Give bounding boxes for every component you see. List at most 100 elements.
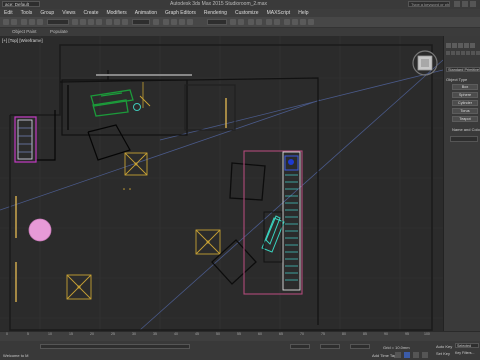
primitive-type-dropdown[interactable]: Standard Primitives [446,67,480,72]
sphere-button[interactable]: Sphere [452,92,478,98]
timeline-tick-label: 10 [48,332,52,336]
named-selection-sets-dropdown[interactable] [207,19,227,25]
timeline-tick-label: 5 [27,332,29,336]
menu-customize[interactable]: Customize [231,9,263,17]
add-time-tag-button[interactable]: Add Time Tag [372,353,396,358]
menu-rendering[interactable]: Rendering [200,9,231,17]
menu-views[interactable]: Views [58,9,79,17]
percent-snap-icon[interactable] [179,19,185,25]
helpers-icon[interactable] [466,51,470,55]
link-icon[interactable] [21,19,27,25]
menu-graph-editors[interactable]: Graph Editors [161,9,200,17]
cylinder-button[interactable]: Cylinder [452,100,478,106]
left-bookshelf[interactable] [14,116,37,163]
object-type-rollout[interactable]: Object Type [446,77,467,82]
hierarchy-tab-icon[interactable] [458,43,463,48]
spinner-snap-icon[interactable] [187,19,193,25]
play-icon[interactable] [404,352,410,358]
green-sofa[interactable] [90,89,134,117]
rendered-frame-window-icon[interactable] [300,19,306,25]
schematic-view-icon[interactable] [274,19,280,25]
undo-icon[interactable] [3,19,9,25]
camera-guide-lines [0,59,443,331]
align-icon[interactable] [238,19,244,25]
ribbon-populate[interactable]: Populate [50,28,68,36]
viewcube-icon[interactable] [412,50,438,76]
wall-segment[interactable] [36,85,131,161]
material-editor-icon[interactable] [284,19,290,25]
timeline-tick-label: 0 [6,332,8,336]
graphite-toggle-icon[interactable] [256,19,262,25]
object-name-field[interactable] [450,136,478,142]
curve-editor-icon[interactable] [266,19,272,25]
minimize-icon[interactable] [454,1,460,7]
spacewarps-icon[interactable] [471,51,475,55]
x-coordinate-field[interactable] [290,344,310,349]
menu-group[interactable]: Group [36,9,58,17]
key-filters-button[interactable]: Key Filters... [455,351,474,355]
selection-filter-dropdown[interactable] [47,19,69,25]
timeline-tick-label: 60 [258,332,262,336]
yellow-light-marker[interactable] [139,95,151,107]
y-coordinate-field[interactable] [320,344,340,349]
close-icon[interactable] [470,1,476,7]
bind-space-warp-icon[interactable] [37,19,43,25]
menu-modifiers[interactable]: Modifiers [102,9,130,17]
set-key-button[interactable]: Set Key [436,351,450,356]
teal-lamp[interactable] [133,103,141,111]
menu-maxscript[interactable]: MAXScript [263,9,295,17]
search-input[interactable]: Type a keyword or phrase [408,1,450,7]
maximize-icon[interactable] [462,1,468,7]
z-coordinate-field[interactable] [350,344,370,349]
floor-plan-wireframe[interactable] [0,36,443,331]
next-frame-icon[interactable] [413,352,419,358]
render-setup-icon[interactable] [292,19,298,25]
menu-animation[interactable]: Animation [131,9,161,17]
angle-snap-icon[interactable] [171,19,177,25]
menu-create[interactable]: Create [79,9,102,17]
rotate-icon[interactable] [114,19,120,25]
key-mode-dropdown[interactable]: Selected [455,343,479,348]
create-tab-icon[interactable] [446,43,451,48]
maxscript-listener-field[interactable] [40,344,190,349]
ribbon-object-paint[interactable]: Object Paint [12,28,37,36]
torus-button[interactable]: Torus [452,108,478,114]
menu-edit[interactable]: Edit [0,9,17,17]
menu-help[interactable]: Help [294,9,312,17]
move-icon[interactable] [106,19,112,25]
selection-region-icon[interactable] [88,19,94,25]
display-tab-icon[interactable] [470,43,475,48]
shapes-icon[interactable] [451,51,455,55]
teapot-button[interactable]: Teapot [452,116,478,122]
right-bookshelf[interactable] [282,151,301,291]
redo-icon[interactable] [11,19,17,25]
render-production-icon[interactable] [308,19,314,25]
reference-coordinate-dropdown[interactable] [132,19,150,25]
pivot-center-icon[interactable] [153,19,159,25]
cameras-icon[interactable] [461,51,465,55]
name-and-color-rollout[interactable]: Name and Color [452,127,480,132]
unlink-icon[interactable] [29,19,35,25]
pink-round-table[interactable] [28,218,52,242]
menu-tools[interactable]: Tools [17,9,37,17]
box-button[interactable]: Box [452,84,478,90]
previous-frame-icon[interactable] [395,352,401,358]
layer-manager-icon[interactable] [248,19,254,25]
cyan-sofa[interactable] [261,211,285,263]
window-crossing-icon[interactable] [96,19,102,25]
workspace-dropdown[interactable]: ace: Default [2,1,40,7]
door-openings[interactable] [15,98,227,302]
systems-icon[interactable] [476,51,480,55]
go-to-end-icon[interactable] [422,352,428,358]
select-object-icon[interactable] [72,19,78,25]
scale-icon[interactable] [122,19,128,25]
modify-tab-icon[interactable] [452,43,457,48]
mirror-icon[interactable] [230,19,236,25]
auto-key-button[interactable]: Auto Key [436,344,452,349]
geometry-icon[interactable] [446,51,450,55]
ceiling-light[interactable] [66,152,221,300]
select-by-name-icon[interactable] [80,19,86,25]
lights-icon[interactable] [456,51,460,55]
motion-tab-icon[interactable] [464,43,469,48]
snaps-toggle-icon[interactable] [163,19,169,25]
